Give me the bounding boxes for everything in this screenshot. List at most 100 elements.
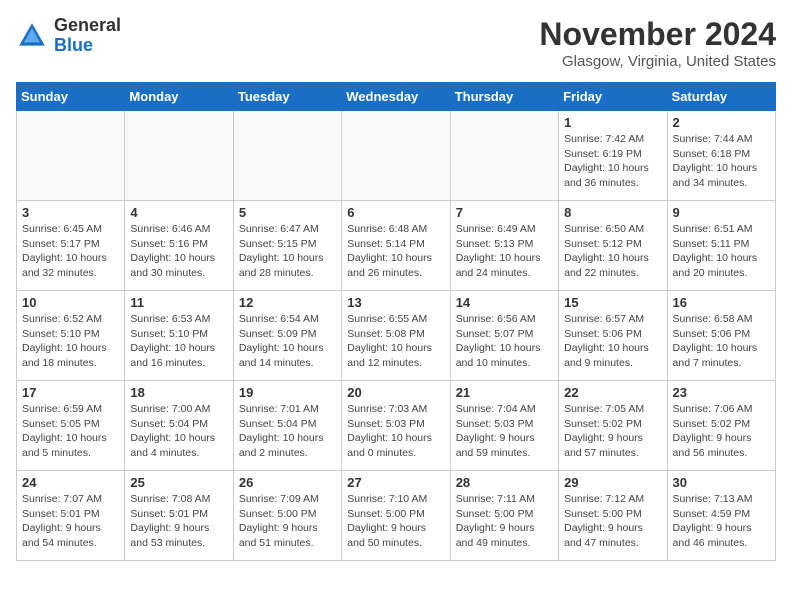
day-detail: Sunrise: 7:05 AM Sunset: 5:02 PM Dayligh… bbox=[564, 402, 661, 461]
day-number: 17 bbox=[22, 385, 119, 400]
day-detail: Sunrise: 6:48 AM Sunset: 5:14 PM Dayligh… bbox=[347, 222, 444, 281]
day-number: 20 bbox=[347, 385, 444, 400]
calendar-cell: 28 Sunrise: 7:11 AM Sunset: 5:00 PM Dayli… bbox=[450, 471, 558, 561]
day-number: 4 bbox=[130, 205, 227, 220]
day-number: 26 bbox=[239, 475, 336, 490]
calendar-cell: 26 Sunrise: 7:09 AM Sunset: 5:00 PM Dayli… bbox=[233, 471, 341, 561]
calendar-cell: 1Sunrise: 7:42 AM Sunset: 6:19 PM Daylig… bbox=[559, 111, 667, 201]
day-detail: Sunrise: 7:12 AM Sunset: 5:00 PM Dayligh… bbox=[564, 492, 661, 551]
column-header-sunday: Sunday bbox=[17, 83, 125, 111]
day-number: 9 bbox=[673, 205, 770, 220]
calendar-cell: 20 Sunrise: 7:03 AM Sunset: 5:03 PM Dayli… bbox=[342, 381, 450, 471]
day-number: 6 bbox=[347, 205, 444, 220]
calendar-cell: 12Sunrise: 6:54 AM Sunset: 5:09 PM Dayli… bbox=[233, 291, 341, 381]
calendar-cell: 3 Sunrise: 6:45 AM Sunset: 5:17 PM Daylig… bbox=[17, 201, 125, 291]
calendar-cell: 16 Sunrise: 6:58 AM Sunset: 5:06 PM Dayli… bbox=[667, 291, 775, 381]
day-detail: Sunrise: 7:44 AM Sunset: 6:18 PM Dayligh… bbox=[673, 132, 770, 191]
calendar-week-2: 3 Sunrise: 6:45 AM Sunset: 5:17 PM Daylig… bbox=[17, 201, 776, 291]
calendar-cell: 4Sunrise: 6:46 AM Sunset: 5:16 PM Daylig… bbox=[125, 201, 233, 291]
day-detail: Sunrise: 7:42 AM Sunset: 6:19 PM Dayligh… bbox=[564, 132, 661, 191]
logo-general: General bbox=[54, 15, 121, 35]
day-detail: Sunrise: 6:58 AM Sunset: 5:06 PM Dayligh… bbox=[673, 312, 770, 371]
day-number: 23 bbox=[673, 385, 770, 400]
calendar-cell: 13Sunrise: 6:55 AM Sunset: 5:08 PM Dayli… bbox=[342, 291, 450, 381]
day-number: 24 bbox=[22, 475, 119, 490]
day-number: 15 bbox=[564, 295, 661, 310]
calendar-cell: 8 Sunrise: 6:50 AM Sunset: 5:12 PM Daylig… bbox=[559, 201, 667, 291]
day-detail: Sunrise: 6:45 AM Sunset: 5:17 PM Dayligh… bbox=[22, 222, 119, 281]
calendar-cell: 7 Sunrise: 6:49 AM Sunset: 5:13 PM Daylig… bbox=[450, 201, 558, 291]
logo-blue: Blue bbox=[54, 35, 93, 55]
day-detail: Sunrise: 7:08 AM Sunset: 5:01 PM Dayligh… bbox=[130, 492, 227, 551]
day-number: 25 bbox=[130, 475, 227, 490]
day-detail: Sunrise: 6:47 AM Sunset: 5:15 PM Dayligh… bbox=[239, 222, 336, 281]
calendar-cell: 10Sunrise: 6:52 AM Sunset: 5:10 PM Dayli… bbox=[17, 291, 125, 381]
location-subtitle: Glasgow, Virginia, United States bbox=[539, 53, 776, 70]
calendar-cell: 19Sunrise: 7:01 AM Sunset: 5:04 PM Dayli… bbox=[233, 381, 341, 471]
day-detail: Sunrise: 7:09 AM Sunset: 5:00 PM Dayligh… bbox=[239, 492, 336, 551]
column-header-friday: Friday bbox=[559, 83, 667, 111]
day-detail: Sunrise: 6:53 AM Sunset: 5:10 PM Dayligh… bbox=[130, 312, 227, 371]
calendar-week-4: 17 Sunrise: 6:59 AM Sunset: 5:05 PM Dayli… bbox=[17, 381, 776, 471]
calendar-cell: 18 Sunrise: 7:00 AM Sunset: 5:04 PM Dayli… bbox=[125, 381, 233, 471]
title-block: November 2024 Glasgow, Virginia, United … bbox=[539, 16, 776, 70]
calendar-cell: 29 Sunrise: 7:12 AM Sunset: 5:00 PM Dayli… bbox=[559, 471, 667, 561]
day-detail: Sunrise: 7:00 AM Sunset: 5:04 PM Dayligh… bbox=[130, 402, 227, 461]
logo-text: General Blue bbox=[54, 16, 121, 56]
column-header-thursday: Thursday bbox=[450, 83, 558, 111]
calendar-week-3: 10Sunrise: 6:52 AM Sunset: 5:10 PM Dayli… bbox=[17, 291, 776, 381]
day-detail: Sunrise: 6:59 AM Sunset: 5:05 PM Dayligh… bbox=[22, 402, 119, 461]
day-detail: Sunrise: 6:50 AM Sunset: 5:12 PM Dayligh… bbox=[564, 222, 661, 281]
day-number: 3 bbox=[22, 205, 119, 220]
month-title: November 2024 bbox=[539, 16, 776, 53]
calendar-cell: 2 Sunrise: 7:44 AM Sunset: 6:18 PM Daylig… bbox=[667, 111, 775, 201]
column-header-tuesday: Tuesday bbox=[233, 83, 341, 111]
day-detail: Sunrise: 7:11 AM Sunset: 5:00 PM Dayligh… bbox=[456, 492, 553, 551]
day-detail: Sunrise: 7:13 AM Sunset: 4:59 PM Dayligh… bbox=[673, 492, 770, 551]
calendar-cell: 23Sunrise: 7:06 AM Sunset: 5:02 PM Dayli… bbox=[667, 381, 775, 471]
calendar-cell: 25 Sunrise: 7:08 AM Sunset: 5:01 PM Dayli… bbox=[125, 471, 233, 561]
calendar-cell: 15 Sunrise: 6:57 AM Sunset: 5:06 PM Dayli… bbox=[559, 291, 667, 381]
day-detail: Sunrise: 6:57 AM Sunset: 5:06 PM Dayligh… bbox=[564, 312, 661, 371]
calendar-cell bbox=[233, 111, 341, 201]
calendar-cell: 6 Sunrise: 6:48 AM Sunset: 5:14 PM Daylig… bbox=[342, 201, 450, 291]
calendar-week-1: 1Sunrise: 7:42 AM Sunset: 6:19 PM Daylig… bbox=[17, 111, 776, 201]
day-detail: Sunrise: 6:56 AM Sunset: 5:07 PM Dayligh… bbox=[456, 312, 553, 371]
day-detail: Sunrise: 6:49 AM Sunset: 5:13 PM Dayligh… bbox=[456, 222, 553, 281]
calendar-cell: 11 Sunrise: 6:53 AM Sunset: 5:10 PM Dayli… bbox=[125, 291, 233, 381]
calendar: SundayMondayTuesdayWednesdayThursdayFrid… bbox=[16, 82, 776, 561]
column-header-wednesday: Wednesday bbox=[342, 83, 450, 111]
calendar-cell: 14 Sunrise: 6:56 AM Sunset: 5:07 PM Dayli… bbox=[450, 291, 558, 381]
calendar-cell: 9 Sunrise: 6:51 AM Sunset: 5:11 PM Daylig… bbox=[667, 201, 775, 291]
day-number: 12 bbox=[239, 295, 336, 310]
day-number: 14 bbox=[456, 295, 553, 310]
calendar-cell: 21 Sunrise: 7:04 AM Sunset: 5:03 PM Dayli… bbox=[450, 381, 558, 471]
calendar-cell bbox=[17, 111, 125, 201]
column-header-saturday: Saturday bbox=[667, 83, 775, 111]
day-detail: Sunrise: 7:04 AM Sunset: 5:03 PM Dayligh… bbox=[456, 402, 553, 461]
day-number: 22 bbox=[564, 385, 661, 400]
day-number: 29 bbox=[564, 475, 661, 490]
day-number: 16 bbox=[673, 295, 770, 310]
day-number: 7 bbox=[456, 205, 553, 220]
day-detail: Sunrise: 7:10 AM Sunset: 5:00 PM Dayligh… bbox=[347, 492, 444, 551]
day-number: 18 bbox=[130, 385, 227, 400]
page-header: General Blue November 2024 Glasgow, Virg… bbox=[16, 16, 776, 70]
calendar-cell: 17 Sunrise: 6:59 AM Sunset: 5:05 PM Dayli… bbox=[17, 381, 125, 471]
day-number: 10 bbox=[22, 295, 119, 310]
day-number: 2 bbox=[673, 115, 770, 130]
calendar-cell bbox=[125, 111, 233, 201]
logo: General Blue bbox=[16, 16, 121, 56]
calendar-week-5: 24 Sunrise: 7:07 AM Sunset: 5:01 PM Dayli… bbox=[17, 471, 776, 561]
day-detail: Sunrise: 6:51 AM Sunset: 5:11 PM Dayligh… bbox=[673, 222, 770, 281]
calendar-cell: 22 Sunrise: 7:05 AM Sunset: 5:02 PM Dayli… bbox=[559, 381, 667, 471]
day-number: 19 bbox=[239, 385, 336, 400]
day-number: 28 bbox=[456, 475, 553, 490]
day-number: 13 bbox=[347, 295, 444, 310]
day-detail: Sunrise: 7:07 AM Sunset: 5:01 PM Dayligh… bbox=[22, 492, 119, 551]
day-number: 11 bbox=[130, 295, 227, 310]
day-detail: Sunrise: 7:03 AM Sunset: 5:03 PM Dayligh… bbox=[347, 402, 444, 461]
column-header-monday: Monday bbox=[125, 83, 233, 111]
day-number: 8 bbox=[564, 205, 661, 220]
day-number: 21 bbox=[456, 385, 553, 400]
